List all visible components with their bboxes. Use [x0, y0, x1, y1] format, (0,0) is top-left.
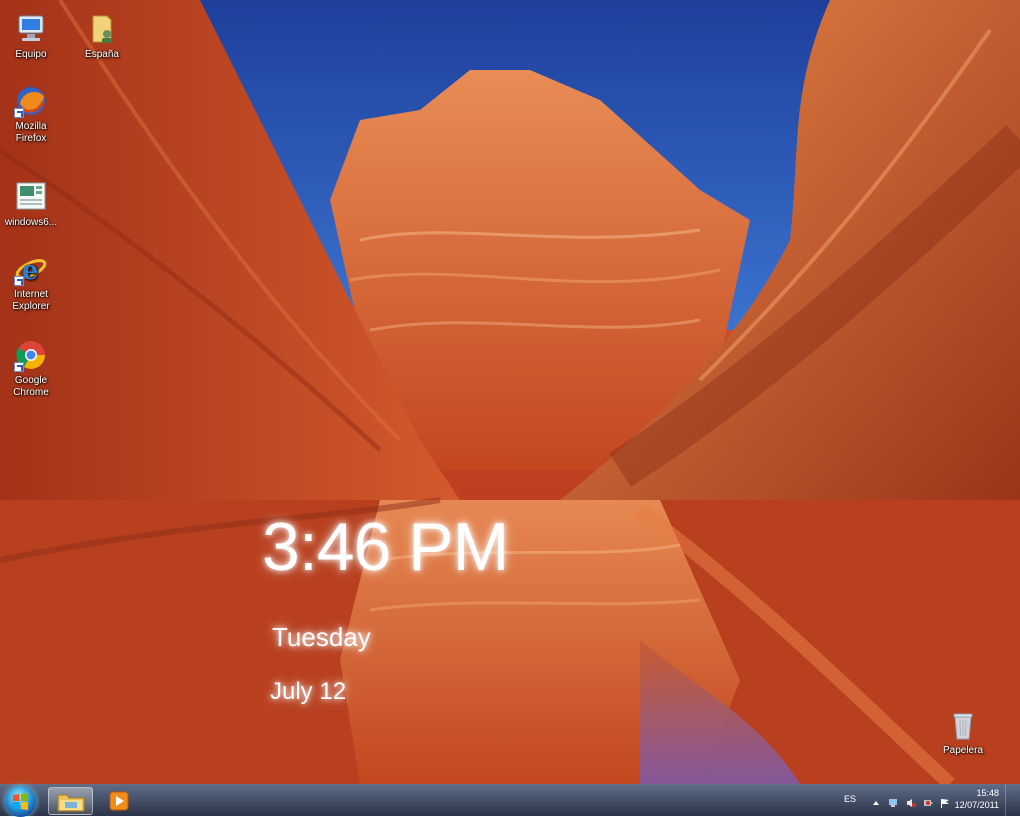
media-player-icon	[109, 791, 129, 811]
desktop-icon-label-line1: Internet	[14, 289, 48, 300]
windows-logo-icon	[13, 793, 28, 810]
system-tray: ES 15:48 12/07/2011	[820, 785, 1020, 816]
network-tray-icon[interactable]	[888, 795, 898, 807]
desktop-icon-windows6[interactable]: windows6...	[0, 180, 62, 229]
start-button[interactable]	[5, 786, 36, 817]
power-tray-icon[interactable]	[923, 795, 933, 806]
desktop-icon-label-line2: Chrome	[13, 387, 49, 398]
computer-icon	[14, 12, 48, 46]
chrome-icon	[14, 338, 48, 372]
desktop-icon-firefox[interactable]: Mozilla Firefox	[0, 84, 62, 145]
document-icon	[14, 180, 48, 214]
taskbar-windows-explorer-button[interactable]	[48, 787, 93, 815]
shortcut-arrow-icon	[14, 362, 24, 372]
show-desktop-button[interactable]	[1005, 785, 1020, 816]
wallpaper-landscape	[0, 0, 1020, 784]
firefox-icon	[14, 84, 48, 118]
internet-explorer-icon: e	[14, 252, 48, 286]
taskbar-media-player-button[interactable]	[106, 787, 132, 815]
desktop-icon-label-line1: Google	[14, 375, 48, 386]
clock-gadget-time: 3:46 PM	[262, 509, 509, 585]
shortcut-arrow-icon	[14, 108, 24, 118]
desktop-icon-label-line2: Explorer	[12, 301, 50, 312]
desktop-icon-papelera[interactable]: Papelera	[932, 708, 994, 757]
desktop-icon-label: windows6...	[4, 217, 58, 228]
desktop-icon-label-line1: Mozilla	[15, 121, 47, 132]
recycle-bin-icon	[946, 708, 980, 742]
desktop-icon-internet-explorer[interactable]: e Internet Explorer	[0, 252, 62, 313]
language-indicator[interactable]: ES	[844, 794, 856, 804]
desktop-icon-label-line2: Firefox	[15, 133, 47, 144]
shortcut-arrow-icon	[14, 276, 24, 286]
svg-text:e: e	[22, 256, 39, 286]
volume-tray-icon[interactable]	[906, 795, 916, 807]
tray-clock-time[interactable]: 15:48	[976, 788, 999, 799]
taskbar: ES 15:48 12/07/2011	[0, 784, 1020, 817]
clock-gadget-date: July 12	[270, 678, 347, 705]
show-hidden-icons-icon[interactable]	[871, 795, 881, 805]
clock-gadget-day: Tuesday	[272, 622, 371, 652]
tray-clock-date[interactable]: 12/07/2011	[955, 800, 999, 811]
desktop-icon-google-chrome[interactable]: Google Chrome	[0, 338, 62, 399]
folder-icon	[57, 794, 85, 812]
desktop-icon-label: Papelera	[942, 745, 984, 756]
desktop-icon-label: España	[85, 49, 119, 60]
desktop-icon-label: Equipo	[15, 49, 47, 60]
desktop-icon-equipo[interactable]: Equipo	[0, 12, 62, 61]
action-center-flag-icon[interactable]	[940, 795, 950, 808]
desktop-wallpaper	[0, 0, 1020, 784]
user-folder-icon	[85, 12, 119, 46]
desktop-icon-espana[interactable]: España	[71, 12, 133, 61]
